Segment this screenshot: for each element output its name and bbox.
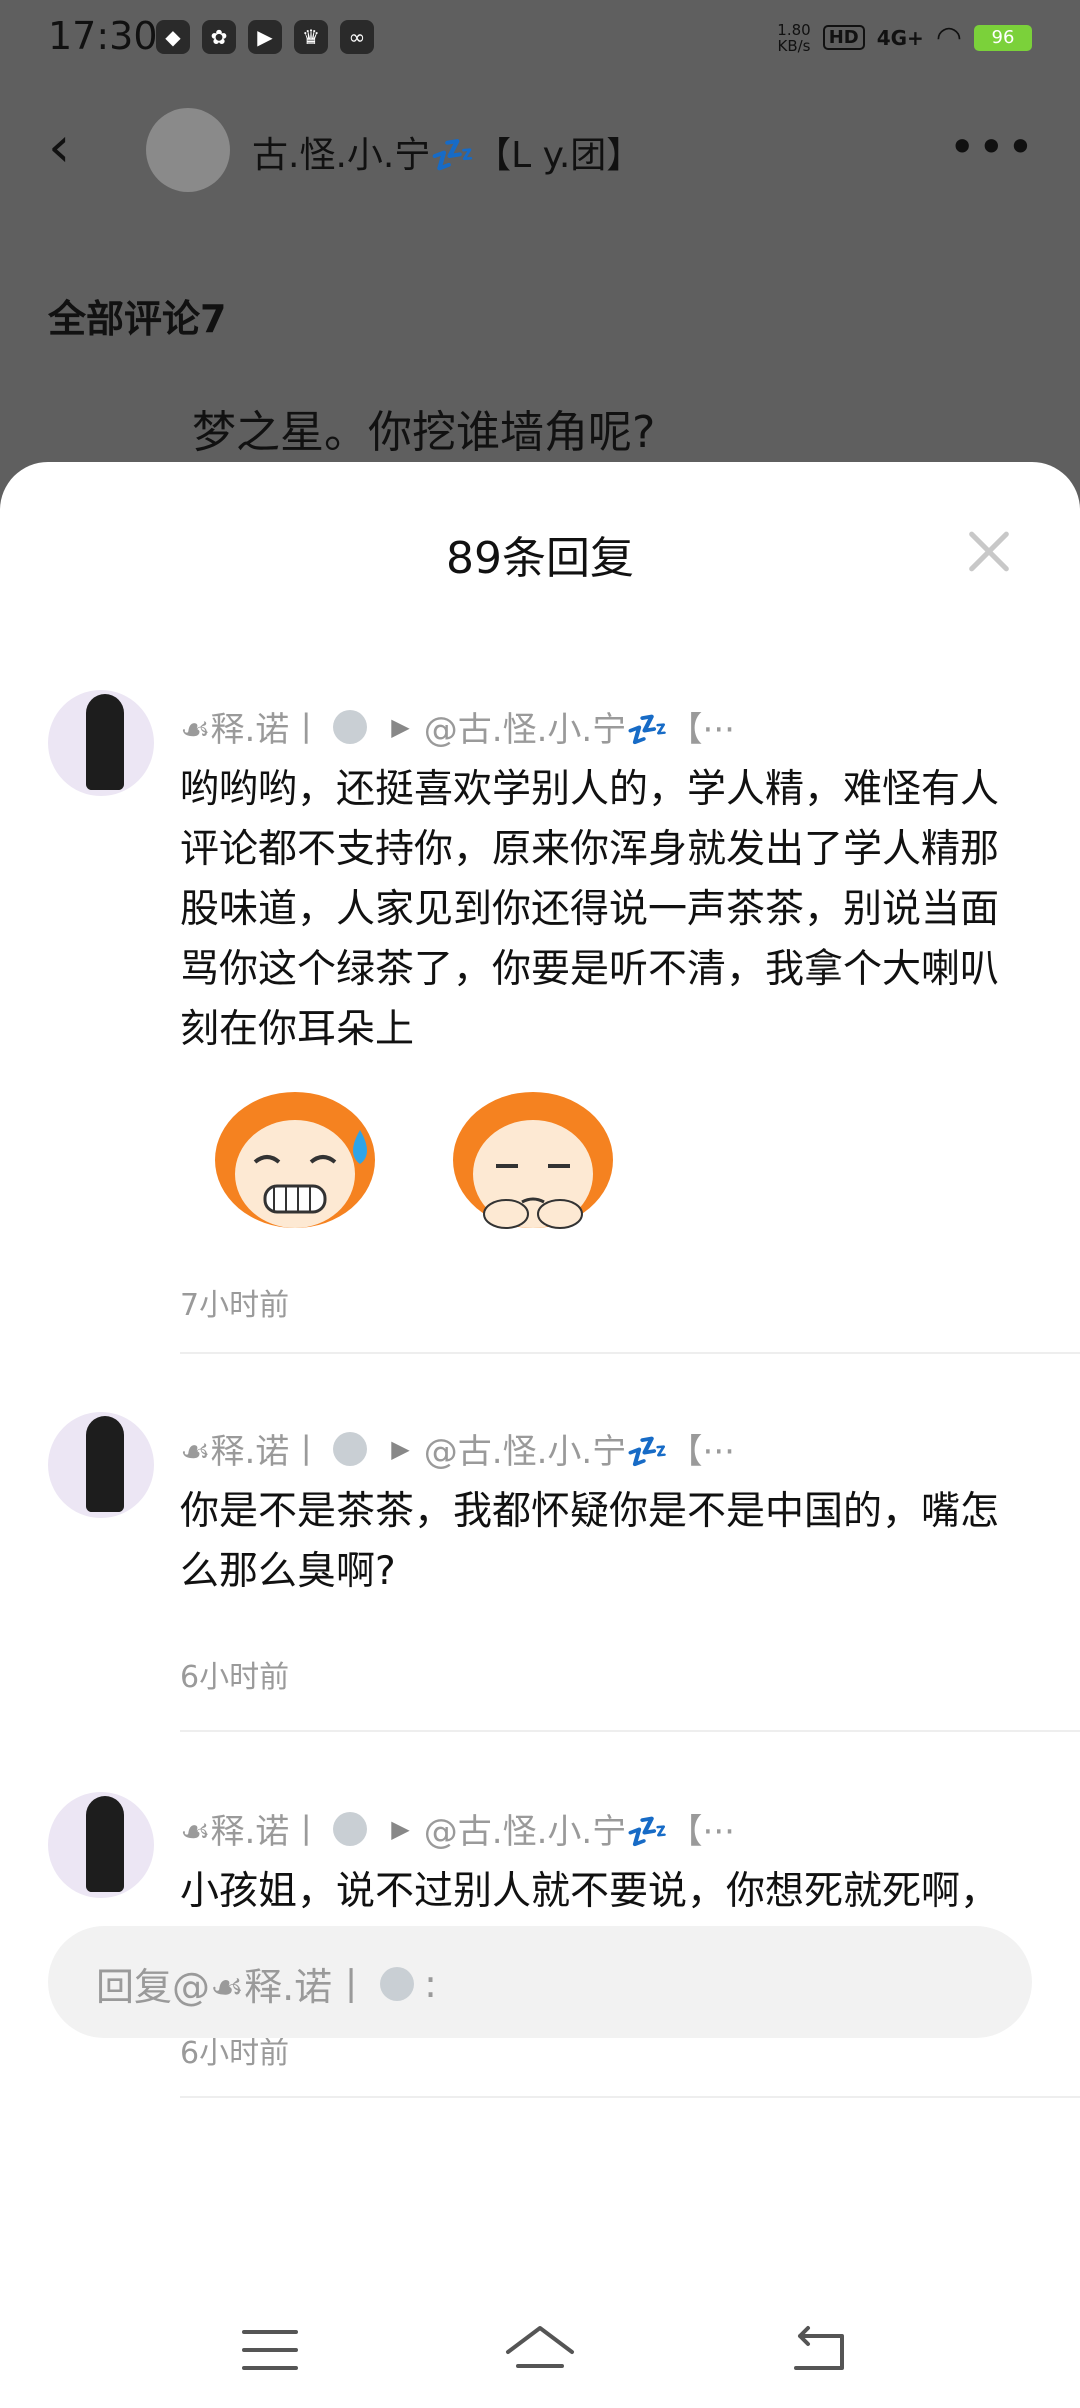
all-comments-heading: 全部评论7 [48, 297, 227, 341]
reply-time: 7小时前 [180, 1288, 290, 1323]
moon-emoji-icon [380, 1966, 415, 2001]
divider [180, 2096, 1080, 2098]
reply-time: 6小时前 [180, 1660, 290, 1695]
system-nav-bar [0, 2300, 1080, 2408]
home-icon[interactable] [490, 2300, 590, 2400]
author-name[interactable]: ☙释.诺丨 [180, 1424, 323, 1473]
status-app-icons: ◆ ✿ ▶ ♛ ∞ [156, 20, 374, 54]
reply-target[interactable]: @古.怪.小.宁💤【··· [424, 1424, 735, 1473]
network-type: 4G+ [876, 25, 924, 50]
reply-arrow-icon: ▶ [391, 1434, 410, 1463]
reply-arrow-icon: ▶ [391, 712, 410, 741]
reply-target[interactable]: @古.怪.小.宁💤【··· [424, 702, 735, 751]
sticker-sulking-icon[interactable] [448, 1082, 618, 1232]
close-icon[interactable] [966, 528, 1012, 574]
speed-value: 1.80 [777, 20, 811, 39]
reply-meta: ☙释.诺丨 ▶ @古.怪.小.宁💤【··· [180, 1424, 735, 1473]
avatar[interactable] [48, 1412, 154, 1518]
avatar[interactable] [48, 1792, 154, 1898]
menu-icon[interactable] [220, 2300, 320, 2400]
hd-badge: HD [822, 25, 865, 50]
author-name[interactable]: ☙释.诺丨 [180, 702, 323, 751]
divider [180, 1352, 1080, 1354]
background-comment: 梦之星。你挖谁墙角呢? [192, 407, 656, 458]
network-speed: 1.80 KB/s [777, 22, 810, 54]
placeholder-suffix: : [424, 1961, 437, 2006]
avatar[interactable] [48, 690, 154, 796]
status-time: 17:30 [48, 14, 158, 58]
reply-target[interactable]: @古.怪.小.宁💤【··· [424, 1804, 735, 1853]
status-indicators: 1.80 KB/s HD 4G+ ◠ 96 [777, 20, 1032, 55]
battery-level: 96 [991, 27, 1015, 48]
author-name[interactable]: ☙释.诺丨 [180, 1804, 323, 1853]
speed-unit: KB/s [777, 36, 811, 55]
reply-item: ☙释.诺丨 ▶ @古.怪.小.宁💤【··· 你是不是茶茶，我都怀疑你是不是中国的… [0, 1412, 1080, 1695]
sheet-title: 89条回复 [446, 533, 634, 584]
moon-emoji-icon [333, 1811, 368, 1846]
moon-emoji-icon [333, 1431, 368, 1466]
app-1-icon: ◆ [156, 20, 190, 54]
reply-item: ☙释.诺丨 ▶ @古.怪.小.宁💤【··· 哟哟哟，还挺喜欢学别人的，学人精，难… [0, 690, 1080, 1340]
play-icon: ▶ [248, 20, 282, 54]
top-bar: ‹ 古.怪.小.宁💤【L y.团】 ••• [0, 100, 1080, 200]
reply-meta: ☙释.诺丨 ▶ @古.怪.小.宁💤【··· [180, 1804, 735, 1853]
reply-meta: ☙释.诺丨 ▶ @古.怪.小.宁💤【··· [180, 702, 735, 751]
battery-icon: 96 [974, 24, 1032, 51]
reply-arrow-icon: ▶ [391, 1814, 410, 1843]
app-2-icon: ✿ [202, 20, 236, 54]
moon-emoji-icon [333, 709, 368, 744]
status-bar: 17:30 ◆ ✿ ▶ ♛ ∞ 1.80 KB/s HD 4G+ ◠ 96 [0, 0, 1080, 84]
reply-sheet: 89条回复 ☙释.诺丨 ▶ @古.怪.小.宁💤【··· 哟哟哟，还挺喜欢学别人的… [0, 462, 1080, 2408]
page-title: 古.怪.小.宁💤【L y.团】 [252, 135, 643, 176]
avatar[interactable] [146, 108, 230, 192]
reply-input[interactable]: 回复@☙释.诺丨 : [48, 1926, 1032, 2038]
more-icon[interactable]: ••• [949, 120, 1036, 174]
divider [180, 1730, 1080, 1732]
sticker-sweat-grimace-icon[interactable] [210, 1082, 380, 1232]
wifi-icon: ◠ [935, 20, 962, 55]
link-icon: ∞ [340, 20, 374, 54]
reply-text: 你是不是茶茶，我都怀疑你是不是中国的，嘴怎么那么臭啊? [180, 1489, 1000, 1594]
back-nav-icon[interactable] [770, 2300, 870, 2400]
reply-input-placeholder: 回复@☙释.诺丨 : [96, 1956, 437, 2011]
crown-icon: ♛ [294, 20, 328, 54]
placeholder-prefix: 回复@☙释.诺丨 [96, 1965, 371, 2009]
reply-text: 哟哟哟，还挺喜欢学别人的，学人精，难怪有人评论都不支持你，原来你浑身就发出了学人… [180, 767, 1000, 1052]
back-icon[interactable]: ‹ [48, 120, 88, 176]
